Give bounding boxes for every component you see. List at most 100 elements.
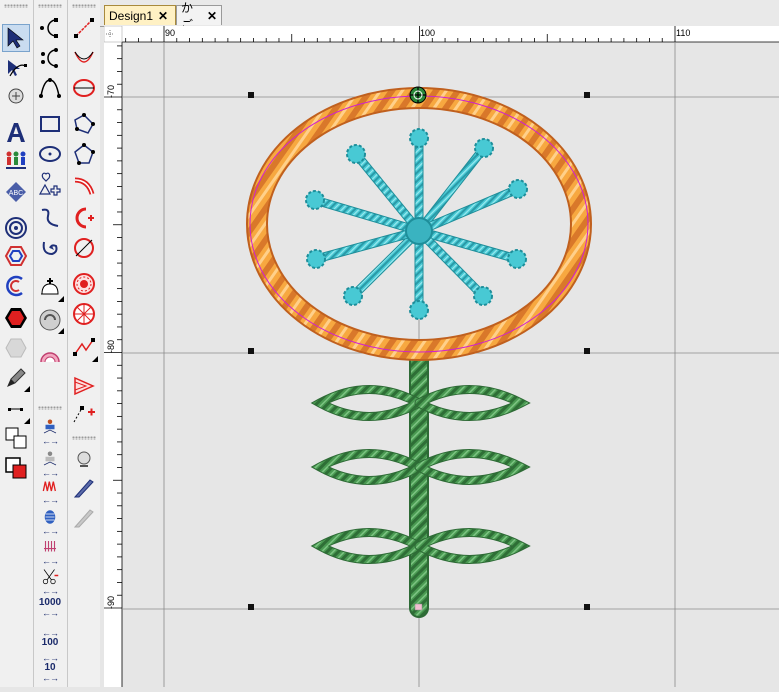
column-curve-tool[interactable]: [70, 170, 98, 198]
applique-tool[interactable]: [36, 274, 64, 302]
spoke-knot: [306, 249, 326, 269]
toolbar-grip[interactable]: [72, 436, 96, 440]
tab-design1[interactable]: Design1 ✕: [104, 5, 176, 25]
arrows-icon: ←→: [42, 495, 59, 505]
toolbox-column-1: ABC: [0, 0, 32, 687]
toolbar-grip[interactable]: [38, 4, 62, 8]
ruler-label-minus90: -90: [106, 596, 116, 609]
letter-a-icon: [7, 123, 25, 142]
hexagon-outline-tool[interactable]: [2, 242, 30, 270]
spiral-icon: [42, 241, 58, 256]
toolbar-grip[interactable]: [38, 406, 62, 410]
stitch-length-100[interactable]: ←→ 100: [36, 624, 64, 652]
knife-gray-icon: [73, 509, 94, 528]
stitch-length-1000[interactable]: 1000 ←→: [36, 594, 64, 622]
curve-tool-3[interactable]: [36, 74, 64, 102]
knife-disabled-tool[interactable]: [70, 504, 98, 532]
arc-tool[interactable]: [70, 44, 98, 72]
reshape-tool[interactable]: [2, 54, 30, 82]
arrows-icon: ←→: [42, 468, 59, 478]
sunburst-icon: [73, 303, 95, 325]
spoke-knot: [508, 179, 528, 199]
star-tool[interactable]: [70, 270, 98, 298]
spiral-tool[interactable]: [36, 234, 64, 262]
polygon-tool[interactable]: [70, 110, 98, 138]
stitch-length-value: 1000: [38, 597, 62, 608]
spool-tool[interactable]: ←→: [36, 508, 64, 536]
rectangle-tool[interactable]: [36, 110, 64, 138]
monogram-tool[interactable]: [2, 146, 30, 174]
sunburst-tool[interactable]: [70, 300, 98, 328]
stitch-tool-1[interactable]: ←→: [36, 418, 64, 446]
pink-scallop-icon: [40, 352, 60, 363]
triangle-fill-tool[interactable]: [70, 372, 98, 400]
fill-color-tool[interactable]: [2, 454, 30, 482]
fringe-tool[interactable]: ←→: [36, 538, 64, 566]
motif-tool[interactable]: [36, 306, 64, 334]
close-icon[interactable]: ✕: [207, 9, 217, 23]
gray-hexagon-tool[interactable]: [2, 334, 30, 362]
close-icon[interactable]: ✕: [158, 9, 168, 23]
stitch-select-tool[interactable]: [70, 446, 98, 474]
ellipse-icon: [39, 146, 61, 162]
rectangle-icon: [40, 116, 60, 132]
curve-nodes-icon: [40, 18, 58, 38]
people-icon: [6, 151, 26, 169]
circle-stitch-tool[interactable]: [70, 74, 98, 102]
knife-tool[interactable]: [70, 474, 98, 502]
canvas-svg[interactable]: 90 100 110 -70 -80 -90: [103, 25, 779, 687]
add-node-tool[interactable]: [70, 204, 98, 232]
ruler-label-minus70: -70: [106, 85, 116, 98]
tab-label: Design1: [109, 8, 154, 23]
toolbar-grip[interactable]: [72, 4, 96, 8]
diagonal-line-icon: [74, 18, 94, 38]
flyout-indicator: [92, 356, 98, 362]
insert-point-tool[interactable]: [70, 400, 98, 428]
tab-kago[interactable]: かご ✕: [176, 1, 222, 32]
select-arrow-tool[interactable]: [2, 24, 30, 52]
target-icon: [5, 217, 27, 239]
scissors-tool[interactable]: ←→: [36, 568, 64, 596]
circle-target-tool[interactable]: [2, 214, 30, 242]
shapes-tool[interactable]: [36, 170, 64, 198]
toolbox-column-3: [67, 0, 101, 687]
zigzag-stitch-tool[interactable]: ←→: [36, 478, 64, 506]
flyout-indicator: [24, 386, 30, 392]
stitch-figure-icon: [43, 419, 57, 434]
pencil-tool[interactable]: [2, 364, 30, 392]
red-hexagon-icon: [5, 308, 27, 328]
stitch-tool-2[interactable]: ←→: [36, 450, 64, 478]
reshape-arrow-icon: [8, 60, 27, 77]
curve-tool-1[interactable]: [36, 14, 64, 42]
spoke-knot: [507, 249, 527, 269]
spoke-knot: [473, 286, 493, 306]
stitch-length-10[interactable]: ←→ 10 ←→: [36, 653, 64, 683]
design-canvas[interactable]: 90 100 110 -70 -80 -90: [103, 25, 779, 687]
rotate-handle-icon[interactable]: [409, 86, 427, 104]
toolbar-grip[interactable]: [4, 4, 28, 8]
curve-points-icon: [41, 48, 58, 68]
measure-tool[interactable]: [70, 334, 98, 362]
curve-tool-2[interactable]: [36, 44, 64, 72]
color-swap-tool[interactable]: [2, 424, 30, 452]
ellipse-tool[interactable]: [36, 140, 64, 168]
freehand-tool[interactable]: [36, 204, 64, 232]
offset-outline-tool[interactable]: [2, 272, 30, 300]
stitch-length-value: 10: [44, 662, 56, 673]
pentagon-tool[interactable]: [70, 140, 98, 168]
node-edit-tool[interactable]: [2, 396, 30, 424]
line-tool[interactable]: [70, 14, 98, 42]
left-ruler: -70 -80 -90: [103, 25, 123, 687]
end-point-marker[interactable]: [414, 603, 423, 611]
arrows-icon: ←→: [42, 436, 59, 446]
hand-pan-tool[interactable]: [2, 82, 30, 110]
add-curve-icon: [75, 207, 94, 229]
text-lettering-tool[interactable]: [2, 118, 30, 146]
badge-tool[interactable]: ABC: [2, 178, 30, 206]
toolbox-column-2: ←→ ←→ ←→ ←→ ←→ ←→ 1000 ←→ ←→ 100 ←→ 10 ←…: [33, 0, 66, 687]
pink-fill-tool[interactable]: [36, 340, 64, 368]
split-tool[interactable]: [70, 234, 98, 262]
flyout-indicator: [58, 296, 64, 302]
c-shape-outline-icon: [6, 275, 23, 297]
fill-hexagon-tool[interactable]: [2, 304, 30, 332]
